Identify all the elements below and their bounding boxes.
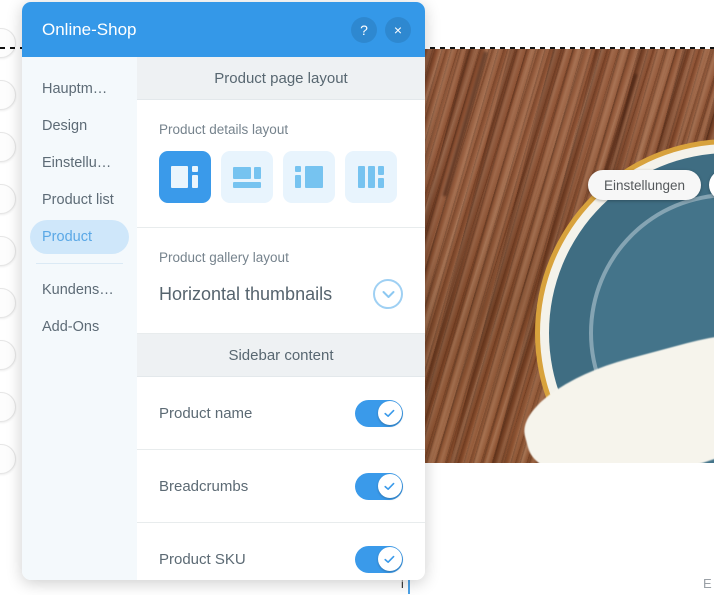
section-header-sidebar-content: Sidebar content <box>137 334 425 377</box>
panel-header: Online-Shop ? × <box>22 2 425 57</box>
toggle-label: Product name <box>159 404 253 422</box>
chevron-down-icon <box>382 290 394 298</box>
floating-toolbar: Einstellungen <box>588 170 714 200</box>
panel-sidebar: Hauptm… Design Einstellu… Product list P… <box>22 57 137 580</box>
sidebar-item-add-ons[interactable]: Add-Ons <box>30 310 129 344</box>
toggle-product-name[interactable] <box>355 399 403 427</box>
toggle-knob <box>377 474 402 498</box>
thumbnail-item[interactable] <box>0 392 16 422</box>
cart-icon-button[interactable] <box>709 170 714 200</box>
thumbnail-item[interactable] <box>0 444 16 474</box>
thumbnail-item[interactable] <box>0 236 16 266</box>
sidebar-item-product[interactable]: Product <box>30 220 129 254</box>
help-icon-button[interactable]: ? <box>351 16 377 43</box>
toggle-row-breadcrumbs: Breadcrumbs <box>137 450 425 523</box>
layout-sidebar-right-icon <box>171 164 199 190</box>
sidebar-item-label: Product <box>42 229 92 245</box>
section-header-product-page-layout: Product page layout <box>137 57 425 100</box>
close-icon-button[interactable]: × <box>385 16 411 43</box>
layout-sidebar-left-icon <box>295 164 323 190</box>
product-gallery-layout-block: Product gallery layout Horizontal thumbn… <box>137 228 425 334</box>
thumbnail-item[interactable] <box>0 132 16 162</box>
bottom-right-letter: E <box>703 576 712 591</box>
gallery-layout-value: Horizontal thumbnails <box>159 283 333 304</box>
product-details-layout-block: Product details layout <box>137 100 425 228</box>
layout-option-4[interactable] <box>345 151 397 203</box>
check-icon <box>384 482 395 490</box>
toggle-label: Product SKU <box>159 550 246 568</box>
thumbnail-item[interactable] <box>0 288 16 318</box>
sidebar-item-label: Hauptm… <box>42 81 108 97</box>
layout-option-1[interactable] <box>159 151 211 203</box>
layout-columns-icon <box>357 164 385 190</box>
thumbnail-rail[interactable] <box>0 28 16 498</box>
sidebar-item-kundenservice[interactable]: Kundens… <box>30 273 129 307</box>
sidebar-item-design[interactable]: Design <box>30 109 129 143</box>
product-details-layout-label: Product details layout <box>159 122 289 137</box>
thumbnail-item[interactable] <box>0 340 16 370</box>
toggle-knob <box>377 401 402 425</box>
product-gallery-layout-label: Product gallery layout <box>159 250 289 265</box>
text-cursor <box>408 578 410 594</box>
sidebar-item-product-list[interactable]: Product list <box>30 183 129 217</box>
sidebar-item-label: Design <box>42 118 88 134</box>
thumbnail-item[interactable] <box>0 184 16 214</box>
gallery-layout-select[interactable]: Horizontal thumbnails <box>159 279 403 309</box>
sidebar-item-label: Product list <box>42 192 114 208</box>
toggle-row-product-name: Product name <box>137 377 425 450</box>
sidebar-item-hauptmenue[interactable]: Hauptm… <box>30 72 129 106</box>
toggle-product-sku[interactable] <box>355 545 403 573</box>
sidebar-item-einstellungen[interactable]: Einstellu… <box>30 146 129 180</box>
settings-button[interactable]: Einstellungen <box>588 170 702 200</box>
toggle-knob <box>377 547 402 571</box>
check-icon <box>384 409 395 417</box>
sidebar-item-label: Add-Ons <box>42 319 100 335</box>
layout-stacked-icon <box>233 164 261 190</box>
settings-panel: Online-Shop ? × Hauptm… Design Einstellu… <box>22 2 425 580</box>
thumbnail-item[interactable] <box>0 80 16 110</box>
toggle-row-product-sku: Product SKU <box>137 523 425 580</box>
sidebar-divider <box>36 263 123 264</box>
product-hero-image[interactable] <box>423 49 714 463</box>
toggle-label: Breadcrumbs <box>159 477 249 495</box>
screen: Einstellungen i E Online-Shop ? × Hauptm… <box>0 0 714 595</box>
panel-body: Hauptm… Design Einstellu… Product list P… <box>22 57 425 580</box>
chevron-down-icon-button[interactable] <box>373 279 403 309</box>
sidebar-item-label: Kundens… <box>42 282 114 298</box>
sidebar-item-label: Einstellu… <box>42 155 112 171</box>
layout-option-3[interactable] <box>283 151 335 203</box>
layout-option-2[interactable] <box>221 151 273 203</box>
check-icon <box>384 555 395 563</box>
thumbnail-item[interactable] <box>0 28 16 58</box>
layout-option-group <box>159 151 403 203</box>
toggle-breadcrumbs[interactable] <box>355 472 403 500</box>
panel-title: Online-Shop <box>42 19 137 39</box>
panel-content: Product page layout Product details layo… <box>137 57 425 580</box>
